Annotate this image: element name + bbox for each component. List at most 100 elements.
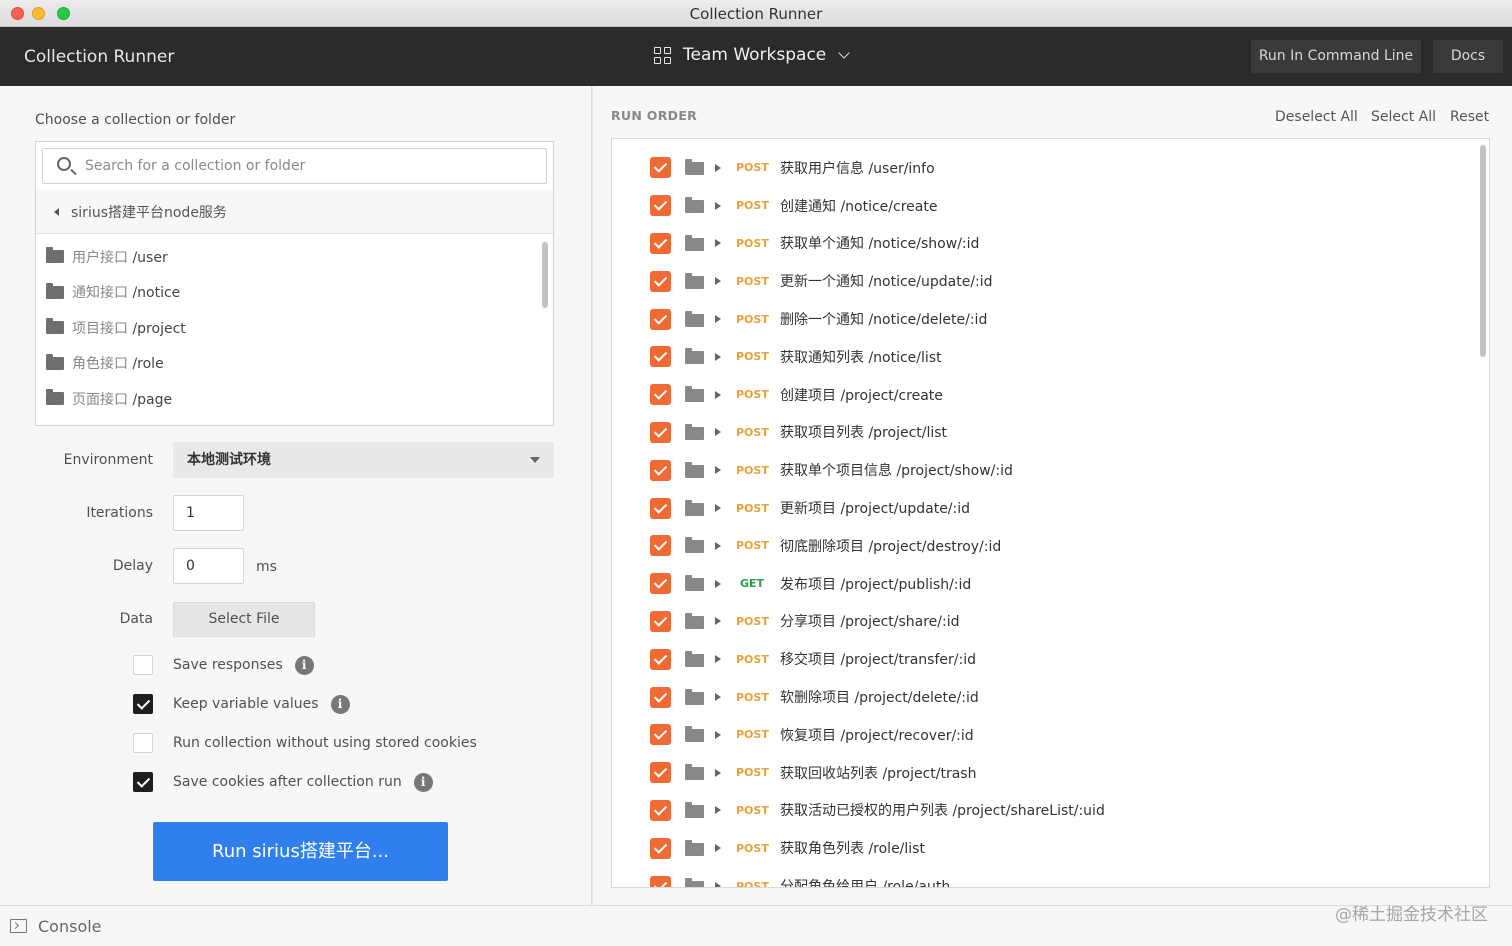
docs-button[interactable]: Docs — [1433, 40, 1503, 73]
request-checkbox[interactable] — [650, 421, 671, 443]
collection-breadcrumb[interactable]: sirius搭建平台node服务 — [36, 190, 553, 234]
request-row[interactable]: POST 删除一个通知 /notice/delete/:id — [612, 300, 1472, 338]
request-method: GET — [740, 577, 765, 591]
request-name: 获取单个通知 /notice/show/:id — [780, 236, 980, 253]
request-row[interactable]: POST 软删除项目 /project/delete/:id — [612, 678, 1472, 716]
expand-caret-icon[interactable] — [715, 579, 721, 588]
request-row[interactable]: GET 发布项目 /project/publish/:id — [612, 565, 1472, 603]
request-checkbox[interactable] — [650, 686, 671, 708]
request-method: POST — [736, 728, 769, 742]
expand-caret-icon[interactable] — [715, 466, 721, 475]
expand-caret-icon[interactable] — [715, 844, 721, 853]
expand-caret-icon[interactable] — [715, 163, 721, 172]
folder-icon — [685, 764, 704, 781]
request-row[interactable]: POST 创建通知 /notice/create — [612, 187, 1472, 225]
expand-caret-icon[interactable] — [715, 541, 721, 550]
info-icon[interactable]: i — [413, 772, 433, 792]
request-row[interactable]: POST 移交项目 /project/transfer/:id — [612, 640, 1472, 678]
request-checkbox[interactable] — [650, 346, 671, 368]
request-method: POST — [736, 652, 769, 666]
request-checkbox[interactable] — [650, 610, 671, 632]
folder-icon — [685, 310, 704, 327]
request-row[interactable]: POST 获取角色列表 /role/list — [612, 829, 1472, 867]
request-checkbox[interactable] — [650, 648, 671, 670]
request-row[interactable]: POST 获取项目列表 /project/list — [612, 414, 1472, 452]
workspace-switcher[interactable]: Team Workspace — [654, 45, 850, 65]
info-icon[interactable]: i — [294, 655, 314, 675]
folder-list-scrollbar[interactable] — [542, 242, 548, 308]
iterations-label: Iterations — [86, 505, 153, 521]
expand-caret-icon[interactable] — [715, 315, 721, 324]
select-file-button[interactable]: Select File — [173, 602, 315, 637]
run-collection-button[interactable]: Run sirius搭建平台... — [153, 822, 448, 881]
expand-caret-icon[interactable] — [715, 806, 721, 815]
request-row[interactable]: POST 彻底删除项目 /project/destroy/:id — [612, 527, 1472, 565]
request-row[interactable]: POST 获取用户信息 /user/info — [612, 149, 1472, 187]
request-checkbox[interactable] — [650, 837, 671, 859]
option-checkbox[interactable] — [133, 655, 153, 675]
expand-caret-icon[interactable] — [715, 390, 721, 399]
delay-input[interactable]: 0 — [173, 548, 244, 584]
request-checkbox[interactable] — [650, 232, 671, 254]
expand-caret-icon[interactable] — [715, 655, 721, 664]
deselect-all-button[interactable]: Deselect All — [1275, 109, 1358, 125]
folder-item[interactable]: 项目接口 /project — [36, 310, 553, 346]
expand-caret-icon[interactable] — [715, 617, 721, 626]
request-checkbox[interactable] — [650, 157, 671, 179]
request-row[interactable]: POST 获取单个通知 /notice/show/:id — [612, 225, 1472, 263]
request-row[interactable]: POST 获取活动已授权的用户列表 /project/shareList/:uid — [612, 792, 1472, 830]
console-button[interactable]: Console — [38, 917, 102, 936]
request-checkbox[interactable] — [650, 875, 671, 887]
request-checkbox[interactable] — [650, 459, 671, 481]
expand-caret-icon[interactable] — [715, 428, 721, 437]
info-icon[interactable]: i — [330, 694, 350, 714]
request-checkbox[interactable] — [650, 195, 671, 217]
runner-settings-panel: Choose a collection or folder sirius搭建平台… — [0, 86, 592, 905]
run-order-scrollbar[interactable] — [1480, 145, 1486, 357]
environment-select[interactable]: 本地测试环境 — [173, 442, 554, 478]
request-row[interactable]: POST 更新项目 /project/update/:id — [612, 489, 1472, 527]
request-checkbox[interactable] — [650, 535, 671, 557]
request-checkbox[interactable] — [650, 762, 671, 784]
expand-caret-icon[interactable] — [715, 352, 721, 361]
search-input[interactable] — [85, 154, 535, 178]
request-checkbox[interactable] — [650, 270, 671, 292]
folder-item[interactable]: 通知接口 /notice — [36, 275, 553, 311]
select-all-button[interactable]: Select All — [1371, 109, 1436, 125]
folder-item[interactable]: 用户接口 /user — [36, 239, 553, 275]
expand-caret-icon[interactable] — [715, 239, 721, 248]
option-checkbox[interactable] — [133, 733, 153, 753]
expand-caret-icon[interactable] — [715, 693, 721, 702]
request-row[interactable]: POST 获取通知列表 /notice/list — [612, 338, 1472, 376]
request-checkbox[interactable] — [650, 724, 671, 746]
request-checkbox[interactable] — [650, 573, 671, 595]
request-row[interactable]: POST 更新一个通知 /notice/update/:id — [612, 262, 1472, 300]
expand-caret-icon[interactable] — [715, 768, 721, 777]
request-checkbox[interactable] — [650, 799, 671, 821]
iterations-input[interactable]: 1 — [173, 495, 244, 531]
request-row[interactable]: POST 获取单个项目信息 /project/show/:id — [612, 451, 1472, 489]
expand-caret-icon[interactable] — [715, 504, 721, 513]
expand-caret-icon[interactable] — [715, 277, 721, 286]
request-checkbox[interactable] — [650, 497, 671, 519]
request-row[interactable]: POST 创建项目 /project/create — [612, 376, 1472, 414]
request-row[interactable]: POST 获取回收站列表 /project/trash — [612, 754, 1472, 792]
option-checkbox[interactable] — [133, 772, 153, 792]
request-row[interactable]: POST 分享项目 /project/share/:id — [612, 603, 1472, 641]
run-in-command-line-button[interactable]: Run In Command Line — [1251, 40, 1421, 73]
reset-button[interactable]: Reset — [1450, 109, 1489, 125]
folder-icon — [685, 234, 704, 251]
request-checkbox[interactable] — [650, 384, 671, 406]
request-checkbox[interactable] — [650, 308, 671, 330]
folder-item[interactable]: 页面接口 /page — [36, 381, 553, 417]
expand-caret-icon[interactable] — [715, 730, 721, 739]
console-icon[interactable] — [10, 919, 27, 933]
collection-search[interactable] — [42, 148, 547, 184]
request-row[interactable]: POST 恢复项目 /project/recover/:id — [612, 716, 1472, 754]
expand-caret-icon[interactable] — [715, 201, 721, 210]
chevron-down-icon — [838, 46, 850, 59]
option-checkbox[interactable] — [133, 694, 153, 714]
request-row[interactable]: POST 分配角色给用户 /role/auth — [612, 867, 1472, 887]
folder-item[interactable]: 角色接口 /role — [36, 346, 553, 382]
expand-caret-icon[interactable] — [715, 882, 721, 887]
